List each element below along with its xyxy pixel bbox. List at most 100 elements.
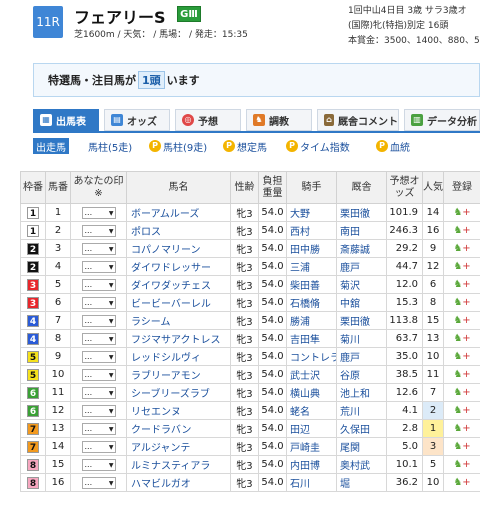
register-horse-icon[interactable]: ♞+ (453, 315, 470, 326)
my-mark-select[interactable]: ... (81, 314, 116, 327)
horse-name-link[interactable]: ボーアムルーズ (126, 203, 231, 222)
jockey-link[interactable]: 三浦 (286, 257, 337, 276)
trainer-link[interactable]: 尾関 (336, 437, 387, 456)
subtab-form-5[interactable]: 馬柱(5走) (88, 138, 132, 154)
jockey-link[interactable]: 吉田隼 (286, 329, 337, 348)
register-horse-icon[interactable]: ♞+ (453, 297, 470, 308)
my-mark-select[interactable]: ... (81, 404, 116, 417)
horse-name-link[interactable]: アルジャンテ (126, 437, 231, 456)
my-mark-select[interactable]: ... (81, 278, 116, 291)
jockey-link[interactable]: 蛯名 (286, 401, 337, 420)
jockey-link[interactable]: 西村 (286, 221, 337, 240)
trainer-link[interactable]: 斎藤誠 (336, 239, 387, 258)
horse-name-link[interactable]: シーブリーズラブ (126, 383, 231, 402)
table-row: 24... ダイワドレッサー牝354.0三浦鹿戸44.712 ♞+ (20, 257, 480, 276)
jockey-link[interactable]: 石橋脩 (286, 293, 337, 312)
register-horse-icon[interactable]: ♞+ (453, 441, 470, 452)
jockey-link[interactable]: 柴田善 (286, 275, 337, 294)
horse-name-link[interactable]: ダイワドレッサー (126, 257, 231, 276)
trainer-link[interactable]: 久保田 (336, 419, 387, 438)
subtab-expected[interactable]: P 想定馬 (223, 138, 267, 154)
jockey-link[interactable]: 戸崎圭 (286, 437, 337, 456)
horse-name-link[interactable]: ハマビルガオ (126, 473, 231, 492)
register-horse-icon[interactable]: ♞+ (453, 261, 470, 272)
subtab-pedigree[interactable]: P 血統 (376, 138, 410, 154)
subtab-runners[interactable]: 出走馬 (33, 138, 69, 154)
horse-name-link[interactable]: ラシーム (126, 311, 231, 330)
register-horse-icon[interactable]: ♞+ (453, 279, 470, 290)
my-mark-select[interactable]: ... (81, 368, 116, 381)
register-horse-icon[interactable]: ♞+ (453, 207, 470, 218)
my-mark-select[interactable]: ... (81, 440, 116, 453)
jockey-link[interactable]: 武士沢 (286, 365, 337, 384)
horse-name-link[interactable]: ビービーバーレル (126, 293, 231, 312)
my-mark-select[interactable]: ... (81, 242, 116, 255)
trainer-link[interactable]: 堀 (336, 473, 387, 492)
register-cell: ♞+ (443, 437, 480, 456)
my-mark-select[interactable]: ... (81, 206, 116, 219)
register-horse-icon[interactable]: ♞+ (453, 477, 470, 488)
trainer-link[interactable]: 奥村武 (336, 455, 387, 474)
trainer-link[interactable]: 池上和 (336, 383, 387, 402)
trainer-link[interactable]: 南田 (336, 221, 387, 240)
horse-name-link[interactable]: ダイワダッチェス (126, 275, 231, 294)
trainer-link[interactable]: 菊川 (336, 329, 387, 348)
popularity-rank: 2 (422, 401, 444, 420)
frame-cell: 3 (20, 293, 46, 312)
notice-count[interactable]: 1頭 (138, 71, 165, 89)
horse-name-link[interactable]: ラブリーアモン (126, 365, 231, 384)
register-horse-icon[interactable]: ♞+ (453, 243, 470, 254)
register-horse-icon[interactable]: ♞+ (453, 423, 470, 434)
jockey-link[interactable]: 石川 (286, 473, 337, 492)
trainer-link[interactable]: 栗田徹 (336, 311, 387, 330)
jockey-link[interactable]: コントレラ (286, 347, 337, 366)
my-mark-select[interactable]: ... (81, 224, 116, 237)
horse-name-link[interactable]: レッドシルヴィ (126, 347, 231, 366)
my-mark-select[interactable]: ... (81, 458, 116, 471)
trainer-link[interactable]: 谷原 (336, 365, 387, 384)
popularity-rank: 7 (422, 383, 444, 402)
register-horse-icon[interactable]: ♞+ (453, 225, 470, 236)
my-mark-select[interactable]: ... (81, 260, 116, 273)
horse-name-link[interactable]: クードラバン (126, 419, 231, 438)
trainer-link[interactable]: 菊沢 (336, 275, 387, 294)
jockey-link[interactable]: 横山典 (286, 383, 337, 402)
jockey-link[interactable]: 内田博 (286, 455, 337, 474)
horse-name-link[interactable]: リセエンヌ (126, 401, 231, 420)
horse-name-link[interactable]: ルミナスティアラ (126, 455, 231, 474)
trainer-link[interactable]: 鹿戸 (336, 347, 387, 366)
horse-name-link[interactable]: ポロス (126, 221, 231, 240)
my-mark-select[interactable]: ... (81, 422, 116, 435)
my-mark-select[interactable]: ... (81, 296, 116, 309)
tab-odds[interactable]: ▤ オッズ (104, 109, 170, 131)
horse-name-link[interactable]: フジマサアクトレス (126, 329, 231, 348)
jockey-link[interactable]: 大野 (286, 203, 337, 222)
trainer-link[interactable]: 荒川 (336, 401, 387, 420)
tab-stable-comment[interactable]: ⌂ 厩舎コメント (317, 109, 399, 131)
register-horse-icon[interactable]: ♞+ (453, 369, 470, 380)
featured-horse-notice[interactable]: 特選馬・注目馬が 1頭 います (33, 63, 480, 97)
register-horse-icon[interactable]: ♞+ (453, 387, 470, 398)
jockey-link[interactable]: 田中勝 (286, 239, 337, 258)
tab-training[interactable]: ♞ 調教 (246, 109, 312, 131)
jockey-link[interactable]: 勝浦 (286, 311, 337, 330)
my-mark-select[interactable]: ... (81, 476, 116, 489)
horse-name-link[interactable]: コパノマリーン (126, 239, 231, 258)
frame-cell: 5 (20, 347, 46, 366)
register-horse-icon[interactable]: ♞+ (453, 333, 470, 344)
my-mark-select[interactable]: ... (81, 332, 116, 345)
register-horse-icon[interactable]: ♞+ (453, 351, 470, 362)
my-mark-select[interactable]: ... (81, 350, 116, 363)
jockey-link[interactable]: 田辺 (286, 419, 337, 438)
subtab-time-index[interactable]: P タイム指数 (286, 138, 350, 154)
subtab-form-9[interactable]: P 馬柱(9走) (149, 138, 207, 154)
trainer-link[interactable]: 栗田徹 (336, 203, 387, 222)
register-horse-icon[interactable]: ♞+ (453, 405, 470, 416)
register-horse-icon[interactable]: ♞+ (453, 459, 470, 470)
tab-entries[interactable]: ▦ 出馬表 (33, 109, 99, 131)
trainer-link[interactable]: 鹿戸 (336, 257, 387, 276)
my-mark-select[interactable]: ... (81, 386, 116, 399)
tab-data-analysis[interactable]: ▥ データ分析 (404, 109, 480, 131)
tab-prediction[interactable]: ◎ 予想 (175, 109, 241, 131)
trainer-link[interactable]: 中舘 (336, 293, 387, 312)
